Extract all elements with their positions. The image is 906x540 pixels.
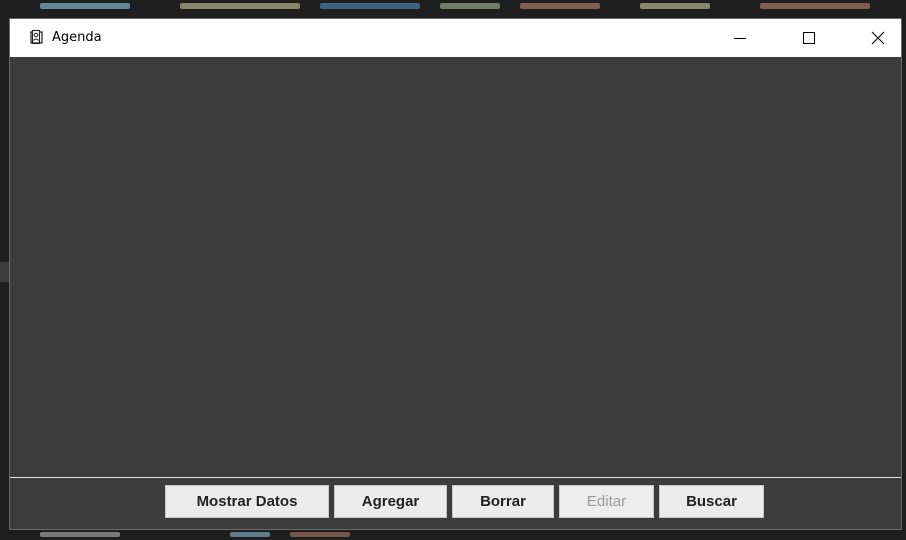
search-button[interactable]: Buscar <box>659 485 764 518</box>
minimize-icon <box>734 38 746 39</box>
maximize-icon <box>803 32 815 44</box>
close-button[interactable] <box>855 19 901 57</box>
title-bar[interactable]: Agenda <box>10 19 901 57</box>
window-title: Agenda <box>52 30 102 45</box>
agenda-window: Agenda Mostrar Datos Agregar Borrar Edit… <box>9 18 902 530</box>
maximize-button[interactable] <box>786 19 832 57</box>
app-icon <box>30 29 43 45</box>
delete-button[interactable]: Borrar <box>452 485 554 518</box>
background-editor-marker <box>0 262 9 282</box>
content-panel <box>10 58 901 477</box>
minimize-button[interactable] <box>717 19 763 57</box>
edit-button[interactable]: Editar <box>559 485 654 518</box>
show-data-button[interactable]: Mostrar Datos <box>165 485 329 518</box>
close-icon <box>871 31 885 45</box>
button-bar: Mostrar Datos Agregar Borrar Editar Busc… <box>10 478 901 529</box>
add-button[interactable]: Agregar <box>334 485 447 518</box>
